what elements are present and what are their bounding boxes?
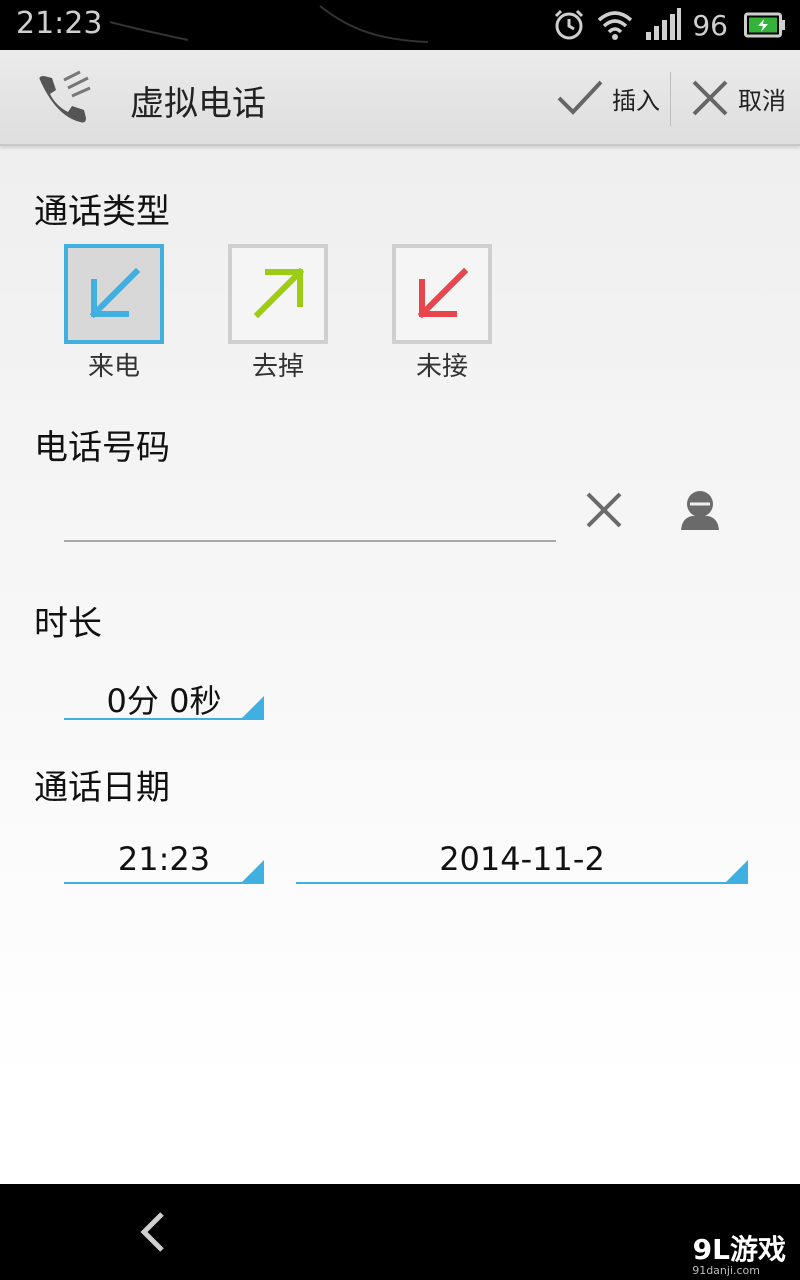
battery-level-text: 96 bbox=[692, 8, 728, 42]
missed-call-arrow-icon bbox=[417, 267, 469, 319]
call-type-outgoing-button[interactable] bbox=[228, 244, 328, 344]
call-type-missed-label: 未接 bbox=[415, 352, 468, 382]
signal-icon bbox=[646, 8, 682, 40]
phone-input-underline bbox=[64, 540, 556, 542]
incoming-call-arrow-icon bbox=[89, 267, 141, 319]
call-type-heading: 通话类型 bbox=[34, 192, 170, 232]
app-phone-icon bbox=[39, 70, 91, 123]
alarm-icon bbox=[555, 9, 584, 40]
duration-spinner[interactable]: 0分 0秒 bbox=[64, 680, 264, 720]
spinner-corner-icon bbox=[242, 696, 264, 718]
spinner-corner-icon bbox=[242, 860, 264, 882]
clear-phone-button[interactable] bbox=[584, 490, 624, 530]
cancel-button[interactable]: 取消 bbox=[690, 50, 786, 146]
watermark-url: 91danji.com bbox=[692, 1264, 760, 1277]
watermark-logo: 9L游戏 bbox=[692, 1233, 786, 1266]
call-date-heading: 通话日期 bbox=[34, 768, 170, 808]
duration-heading: 时长 bbox=[34, 604, 102, 644]
battery-charging-icon bbox=[744, 12, 785, 38]
call-type-outgoing-label: 去掉 bbox=[251, 352, 304, 382]
page-title: 虚拟电话 bbox=[130, 84, 266, 124]
phone-number-input[interactable] bbox=[64, 486, 556, 536]
contact-picker-icon[interactable] bbox=[678, 488, 722, 532]
call-type-incoming-label: 来电 bbox=[87, 352, 140, 382]
check-icon bbox=[557, 80, 603, 115]
duration-value: 0分 0秒 bbox=[106, 682, 222, 720]
call-type-missed-button[interactable] bbox=[392, 244, 492, 344]
spinner-corner-icon bbox=[726, 860, 748, 882]
action-divider bbox=[670, 72, 671, 126]
cancel-label: 取消 bbox=[738, 86, 786, 115]
call-date-value: 2014-11-2 bbox=[439, 840, 605, 878]
close-icon bbox=[692, 80, 728, 116]
status-time: 21:23 bbox=[16, 6, 103, 41]
wifi-icon bbox=[598, 11, 633, 40]
insert-button[interactable]: 插入 bbox=[556, 50, 660, 146]
status-bar: 21:23 96 bbox=[0, 0, 800, 50]
phone-number-heading: 电话号码 bbox=[34, 428, 170, 468]
call-time-value: 21:23 bbox=[117, 840, 211, 878]
insert-label: 插入 bbox=[612, 86, 660, 115]
navigation-bar: 9L游戏 91danji.com bbox=[0, 1184, 800, 1280]
call-date-spinner[interactable]: 2014-11-2 bbox=[296, 840, 748, 884]
action-bar: 虚拟电话 插入 取消 bbox=[0, 50, 800, 146]
outgoing-call-arrow-icon bbox=[253, 267, 305, 319]
call-type-incoming-button[interactable] bbox=[64, 244, 164, 344]
back-icon[interactable] bbox=[132, 1210, 172, 1254]
call-time-spinner[interactable]: 21:23 bbox=[64, 840, 264, 884]
